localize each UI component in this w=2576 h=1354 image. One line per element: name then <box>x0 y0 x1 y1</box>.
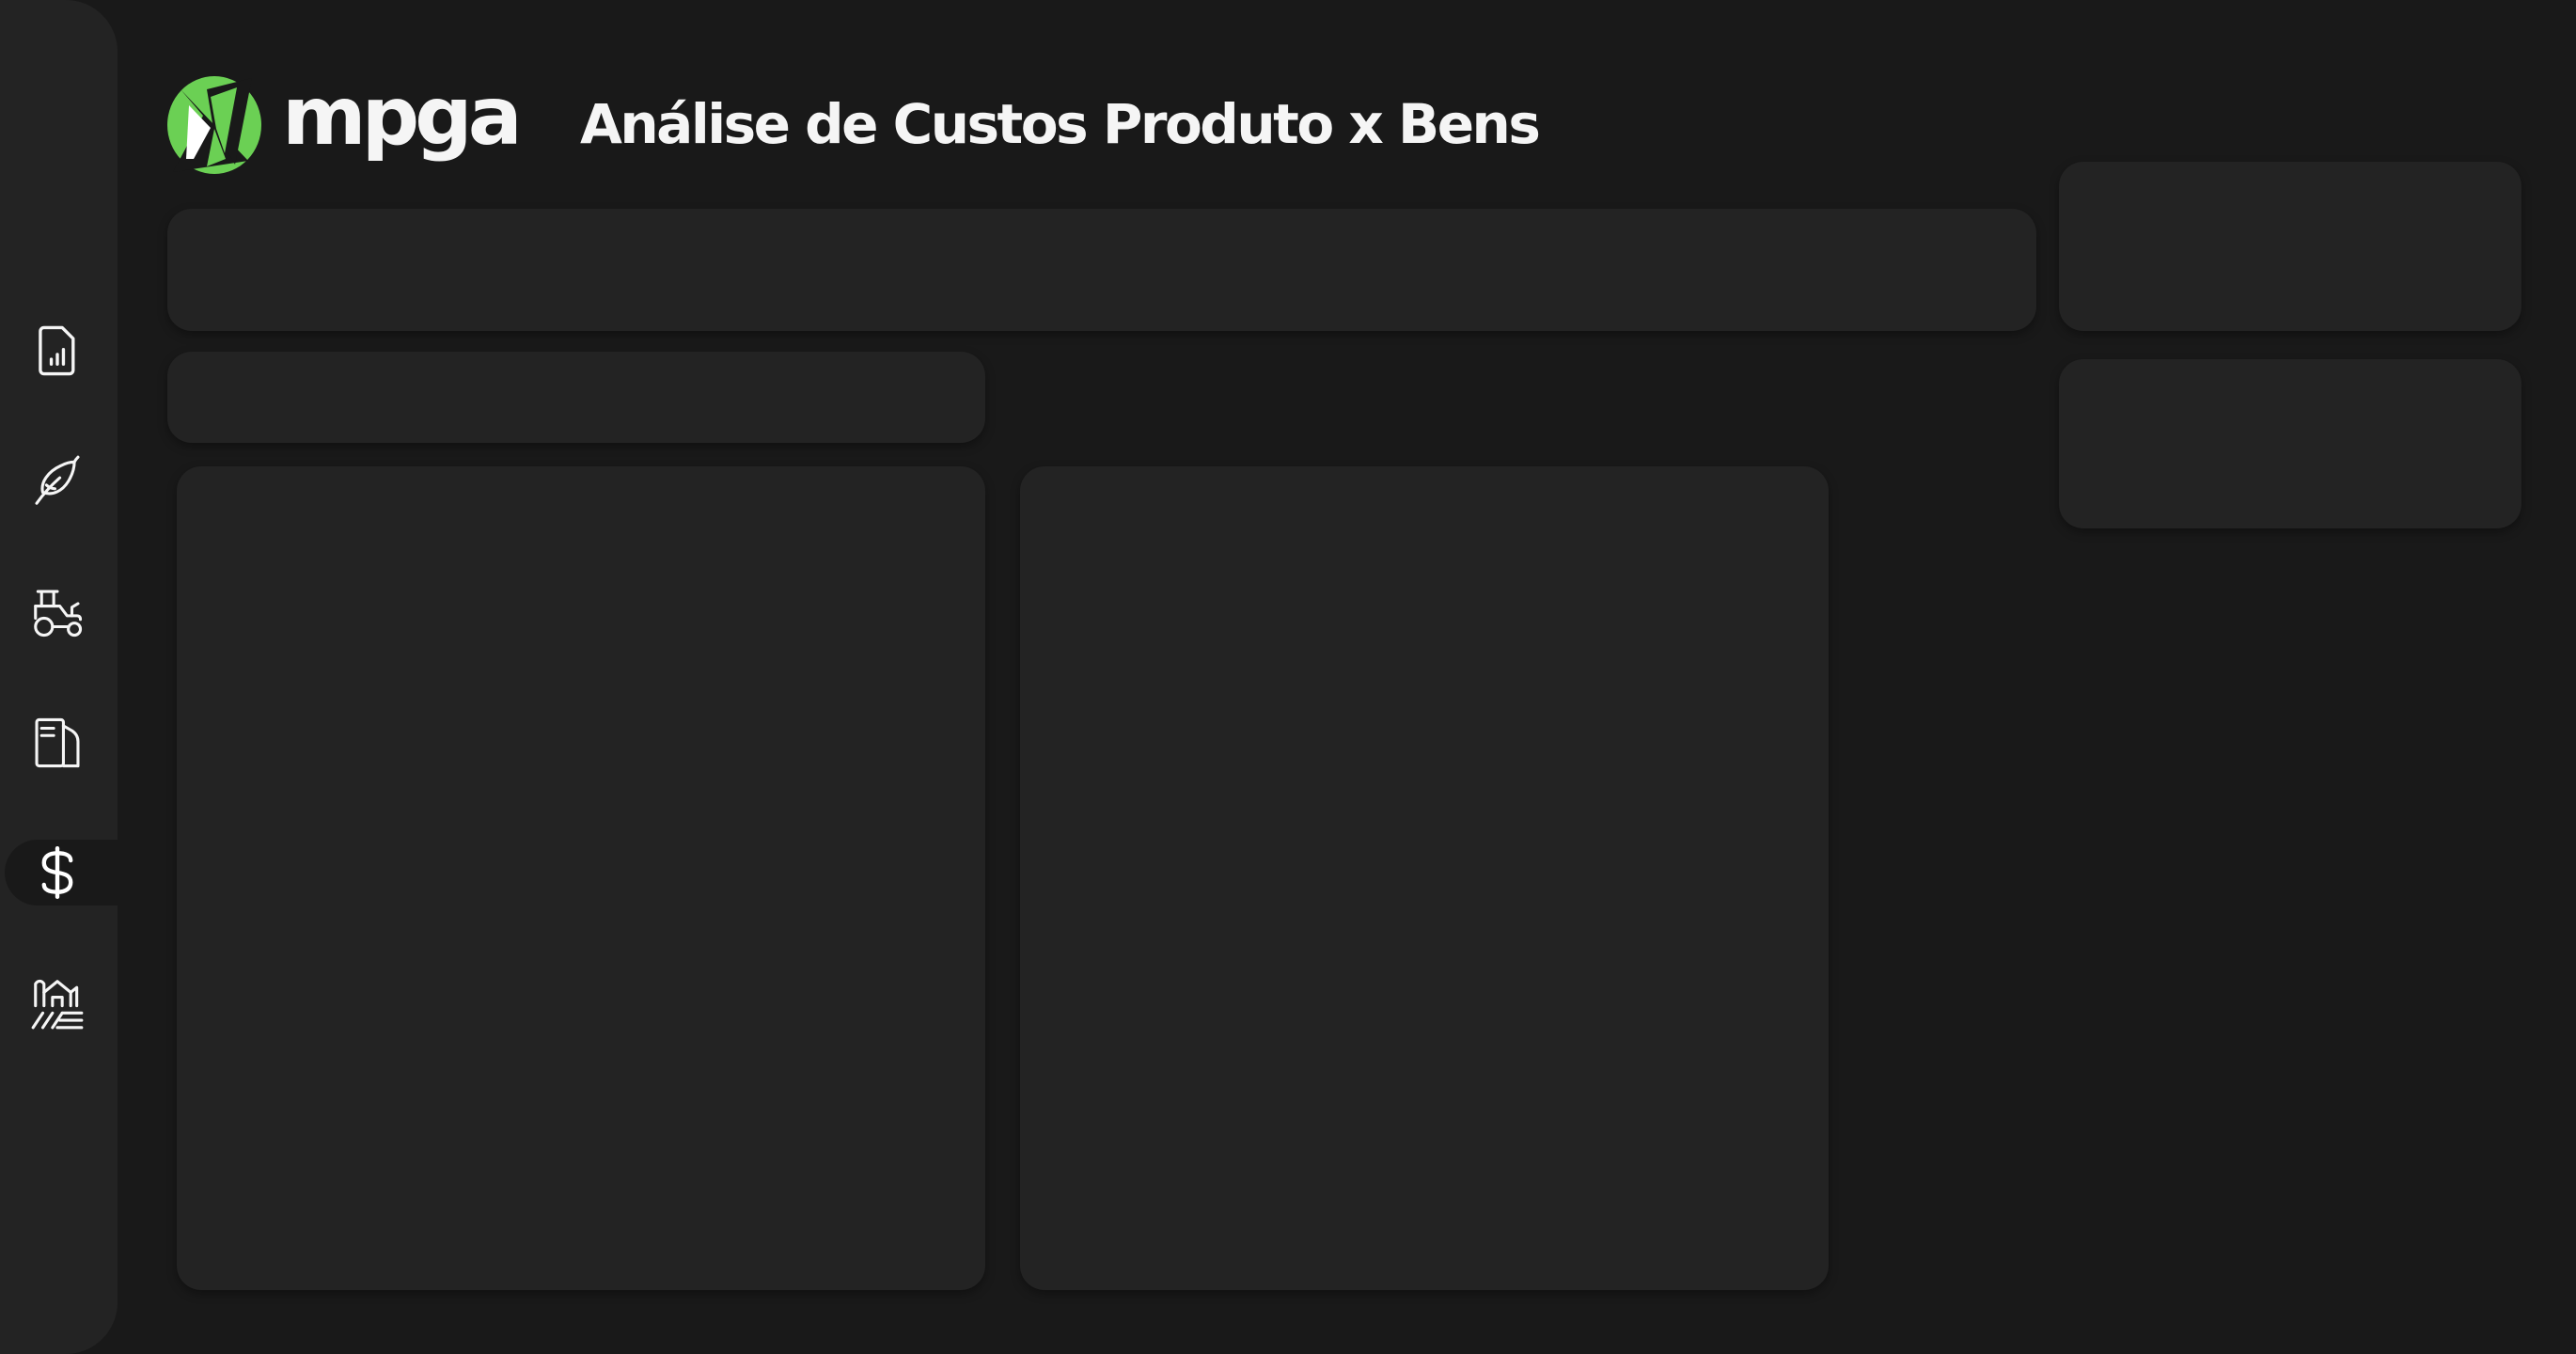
logo-mark-icon <box>167 76 261 174</box>
fuel-pump-icon <box>35 717 80 768</box>
dollar-icon <box>41 845 73 900</box>
app-window: mpga Análise de Custos Produto x Bens <box>0 0 2576 1354</box>
sidebar <box>0 0 118 1354</box>
chart-panel-left <box>177 466 985 1290</box>
sidebar-item-machinery[interactable] <box>0 579 118 645</box>
tractor-icon <box>34 590 83 638</box>
sidebar-item-costs[interactable] <box>5 840 118 905</box>
report-document-icon <box>39 325 75 376</box>
kpi-card-top <box>2059 162 2521 331</box>
brand-name: mpga <box>282 70 523 164</box>
farm-field-icon <box>31 979 84 1030</box>
crop-leaf-icon <box>35 455 80 505</box>
sidebar-item-crops[interactable] <box>0 449 118 514</box>
selector-card <box>167 352 985 443</box>
filter-bar-card <box>167 209 2036 331</box>
sidebar-item-reports[interactable] <box>0 318 118 384</box>
kpi-card-bottom <box>2059 359 2521 528</box>
page-title: Análise de Custos Produto x Bens <box>580 92 1541 156</box>
sidebar-item-fuel[interactable] <box>0 710 118 776</box>
chart-panel-right <box>1020 466 1829 1290</box>
sidebar-item-farm[interactable] <box>0 970 118 1036</box>
brand-logo: mpga <box>165 70 523 177</box>
